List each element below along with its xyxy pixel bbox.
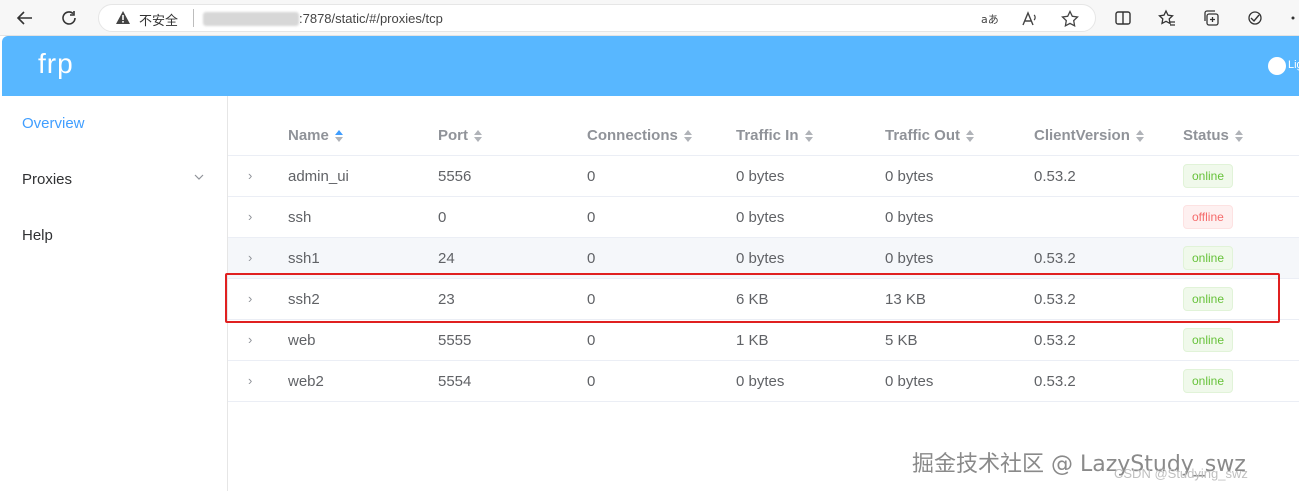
address-bar[interactable]: 不安全 :7878/static/#/proxies/tcp aあ bbox=[98, 4, 1096, 32]
expand-chevron-icon[interactable]: › bbox=[248, 332, 252, 347]
extension-icon[interactable] bbox=[1242, 6, 1268, 30]
chevron-down-icon bbox=[194, 174, 204, 180]
cell-traffic-out: 5 KB bbox=[885, 332, 918, 349]
cell-connections: 0 bbox=[587, 250, 596, 267]
sidebar-item-label: Overview bbox=[22, 115, 85, 132]
warning-icon bbox=[116, 11, 130, 24]
cell-client-version: 0.53.2 bbox=[1034, 168, 1076, 185]
watermark-secondary: CSDN @Studying_swz bbox=[1114, 466, 1248, 481]
cell-name: web bbox=[288, 332, 316, 349]
sidebar: Overview Proxies Help bbox=[2, 96, 228, 491]
column-header-status[interactable]: Status bbox=[1183, 127, 1243, 144]
browser-toolbar: 不安全 :7878/static/#/proxies/tcp aあ bbox=[0, 0, 1299, 36]
cell-client-version: 0.53.2 bbox=[1034, 373, 1076, 390]
redacted-host bbox=[203, 12, 299, 26]
column-header-connections[interactable]: Connections bbox=[587, 127, 692, 144]
sidebar-item-label: Proxies bbox=[22, 171, 73, 188]
cell-traffic-in: 0 bytes bbox=[736, 209, 785, 226]
sort-icon[interactable] bbox=[1135, 129, 1144, 142]
collections-icon[interactable] bbox=[1198, 6, 1224, 30]
expand-chevron-icon[interactable]: › bbox=[248, 209, 252, 224]
highlight-annotation bbox=[225, 273, 1280, 323]
cell-connections: 0 bbox=[587, 332, 596, 349]
read-aloud-icon[interactable] bbox=[1019, 9, 1041, 29]
cell-traffic-in: 0 bytes bbox=[736, 250, 785, 267]
status-badge: online bbox=[1183, 369, 1234, 393]
column-label: Name bbox=[288, 127, 329, 144]
favorites-icon[interactable] bbox=[1154, 6, 1180, 30]
column-label: Connections bbox=[587, 127, 678, 144]
address-divider bbox=[193, 9, 194, 27]
table-row[interactable]: › web 5555 0 1 KB 5 KB 0.53.2 online bbox=[228, 320, 1299, 361]
cell-port: 5555 bbox=[438, 332, 472, 349]
sort-icon[interactable] bbox=[474, 129, 482, 142]
theme-toggle[interactable]: Lig bbox=[1268, 57, 1299, 75]
sort-icon[interactable] bbox=[804, 129, 813, 142]
expand-chevron-icon[interactable]: › bbox=[248, 373, 252, 388]
more-menu-icon[interactable] bbox=[1280, 6, 1299, 30]
column-label: Port bbox=[438, 127, 468, 144]
column-header-traffic-in[interactable]: Traffic In bbox=[736, 127, 813, 144]
status-badge: online bbox=[1183, 164, 1234, 188]
column-label: Traffic In bbox=[736, 127, 799, 144]
column-label: Status bbox=[1183, 127, 1229, 144]
column-header-port[interactable]: Port bbox=[438, 127, 482, 144]
sidebar-item-overview[interactable]: Overview bbox=[2, 96, 228, 152]
cell-traffic-in: 0 bytes bbox=[736, 373, 785, 390]
sort-icon[interactable] bbox=[334, 129, 343, 142]
expand-chevron-icon[interactable]: › bbox=[248, 168, 252, 183]
column-label: ClientVersion bbox=[1034, 127, 1130, 144]
column-label: Traffic Out bbox=[885, 127, 961, 144]
cell-traffic-in: 0 bytes bbox=[736, 168, 785, 185]
status-badge: online bbox=[1183, 246, 1234, 270]
sidebar-item-label: Help bbox=[22, 227, 53, 244]
svg-text:aあ: aあ bbox=[981, 13, 999, 26]
sort-icon[interactable] bbox=[1234, 129, 1243, 142]
cell-traffic-in: 1 KB bbox=[736, 332, 769, 349]
cell-connections: 0 bbox=[587, 373, 596, 390]
sort-icon[interactable] bbox=[966, 129, 975, 142]
favorite-star-icon[interactable] bbox=[1059, 9, 1081, 29]
status-badge: online bbox=[1183, 328, 1234, 352]
url-text[interactable]: :7878/static/#/proxies/tcp bbox=[299, 11, 443, 26]
cell-port: 5554 bbox=[438, 373, 472, 390]
translate-icon[interactable]: aあ bbox=[979, 9, 1001, 29]
cell-name: ssh bbox=[288, 209, 312, 226]
sort-icon[interactable] bbox=[683, 129, 692, 142]
cell-name: admin_ui bbox=[288, 168, 349, 185]
cell-name: web2 bbox=[288, 373, 324, 390]
expand-chevron-icon[interactable]: › bbox=[248, 250, 252, 265]
status-badge: offline bbox=[1183, 205, 1233, 229]
cell-port: 24 bbox=[438, 250, 455, 267]
split-screen-icon[interactable] bbox=[1110, 6, 1136, 30]
back-arrow-icon[interactable] bbox=[12, 6, 38, 30]
refresh-icon[interactable] bbox=[56, 6, 82, 30]
cell-name: ssh1 bbox=[288, 250, 320, 267]
cell-traffic-out: 0 bytes bbox=[885, 250, 934, 267]
sidebar-item-proxies[interactable]: Proxies bbox=[2, 152, 228, 208]
sidebar-item-help[interactable]: Help bbox=[2, 208, 228, 264]
column-header-name[interactable]: Name bbox=[288, 127, 343, 144]
table-row[interactable]: › admin_ui 5556 0 0 bytes 0 bytes 0.53.2… bbox=[228, 156, 1299, 197]
cell-port: 0 bbox=[438, 209, 447, 226]
table-header: Name Port Connections Traffic In Traffic… bbox=[228, 116, 1299, 156]
column-header-traffic-out[interactable]: Traffic Out bbox=[885, 127, 975, 144]
table-row[interactable]: › web2 5554 0 0 bytes 0 bytes 0.53.2 onl… bbox=[228, 361, 1299, 402]
theme-toggle-label: Lig bbox=[1288, 59, 1299, 71]
cell-traffic-out: 0 bytes bbox=[885, 209, 934, 226]
brand-logo[interactable]: frp bbox=[38, 48, 74, 80]
cell-traffic-out: 0 bytes bbox=[885, 373, 934, 390]
table-row[interactable]: › ssh 0 0 0 bytes 0 bytes offline bbox=[228, 197, 1299, 238]
cell-traffic-out: 0 bytes bbox=[885, 168, 934, 185]
cell-client-version: 0.53.2 bbox=[1034, 250, 1076, 267]
column-header-client-version[interactable]: ClientVersion bbox=[1034, 127, 1144, 144]
cell-client-version: 0.53.2 bbox=[1034, 332, 1076, 349]
cell-connections: 0 bbox=[587, 209, 596, 226]
cell-port: 5556 bbox=[438, 168, 472, 185]
app-header: frp Lig bbox=[2, 36, 1299, 96]
security-label[interactable]: 不安全 bbox=[139, 10, 178, 29]
toggle-knob bbox=[1268, 57, 1286, 75]
cell-connections: 0 bbox=[587, 168, 596, 185]
